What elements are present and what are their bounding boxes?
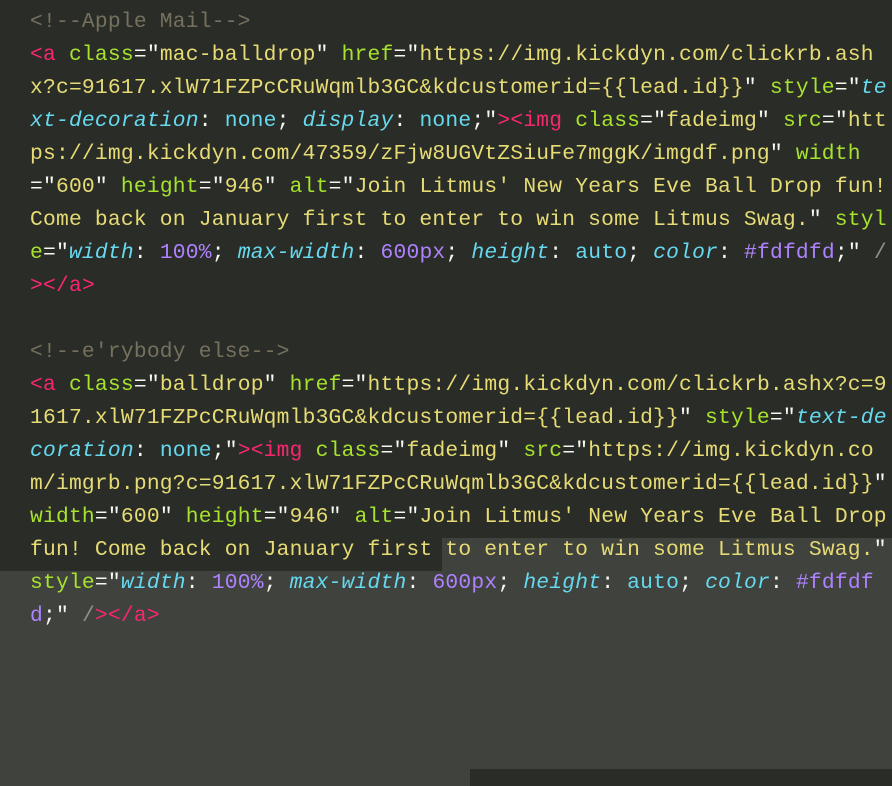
selection-highlight: [0, 769, 470, 786]
code-comment: <!--Apple Mail-->: [30, 10, 251, 34]
code-block: <!--Apple Mail--> <a class="mac-balldrop…: [0, 6, 892, 633]
code-comment: <!--e'rybody else-->: [30, 340, 290, 364]
